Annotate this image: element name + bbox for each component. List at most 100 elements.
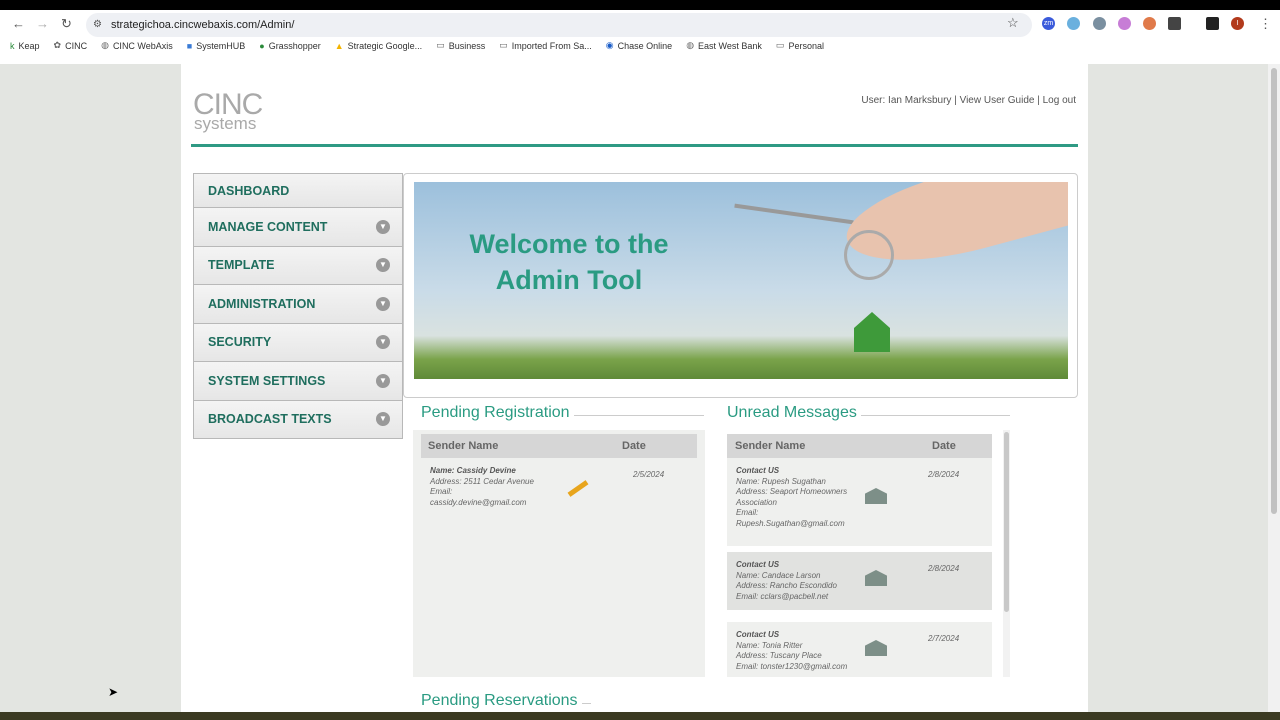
extension-icon[interactable] xyxy=(1093,17,1106,30)
sidebar-menu: DASHBOARD MANAGE CONTENT ▼ TEMPLATE ▼ ADMI… xyxy=(193,173,403,439)
banner-line: Welcome to the xyxy=(469,229,669,259)
sender-name: Name: Rupesh Sugathan xyxy=(736,476,826,486)
extension-icon[interactable] xyxy=(1143,17,1156,30)
content-column: CINC systems User: Ian Marksbury | View … xyxy=(181,64,1088,712)
reload-icon[interactable]: ↻ xyxy=(61,16,72,32)
section-title: Pending Registration xyxy=(421,404,704,422)
envelope-open-icon[interactable] xyxy=(865,640,887,656)
table-row[interactable]: Contact US Name: Candace Larson Address:… xyxy=(727,552,992,610)
menu-label: DASHBOARD xyxy=(208,183,290,198)
bookmark[interactable]: ● Grasshopper xyxy=(259,40,320,51)
bookmark-star-icon[interactable]: ☆ xyxy=(1007,15,1019,31)
table-row[interactable]: Name: Cassidy Devine Address: 2511 Cedar… xyxy=(421,458,697,516)
registrant-address: Address: 2511 Cedar Avenue xyxy=(430,476,534,486)
extension-icon[interactable] xyxy=(1067,17,1080,30)
chevron-down-icon: ▼ xyxy=(376,412,390,427)
menu-administration[interactable]: ADMINISTRATION ▼ xyxy=(193,285,403,324)
edit-pencil-icon[interactable] xyxy=(567,480,589,497)
sender-email: Email: Rupesh.Sugathan@gmail.com xyxy=(736,508,845,528)
back-icon[interactable]: ← xyxy=(12,16,25,31)
separator: | xyxy=(954,95,957,106)
messages-scrollbar[interactable] xyxy=(1003,430,1010,677)
bookmark[interactable]: ◍ East West Bank xyxy=(686,40,762,51)
view-user-guide-link[interactable]: View User Guide xyxy=(960,95,1035,106)
user-links: User: Ian Marksbury | View User Guide | … xyxy=(861,95,1076,106)
table-row[interactable]: Contact US Name: Rupesh Sugathan Address… xyxy=(727,458,992,546)
zoom-extension-icon[interactable]: zm xyxy=(1042,17,1055,30)
logout-link[interactable]: Log out xyxy=(1043,95,1076,106)
extension-icon[interactable] xyxy=(1118,17,1131,30)
menu-dots-icon[interactable]: ⋮ xyxy=(1259,16,1272,32)
extensions-puzzle-icon[interactable] xyxy=(1168,17,1181,30)
row-date: 2/8/2024 xyxy=(928,470,960,479)
unread-messages-section: Unread Messages xyxy=(727,404,1010,422)
address-bar[interactable]: ⚙ strategichoa.cincwebaxis.com/Admin/ xyxy=(86,13,1032,37)
table-header: Sender Name Date xyxy=(421,434,697,458)
bookmark[interactable]: ▲ Strategic Google... xyxy=(335,40,422,51)
sender-name: Name: Candace Larson xyxy=(736,570,821,580)
menu-broadcast-texts[interactable]: BROADCAST TEXTS ▼ xyxy=(193,400,403,439)
registrant-name: Name: Cassidy Devine xyxy=(430,466,516,475)
envelope-open-icon[interactable] xyxy=(865,570,887,586)
key-ring-icon xyxy=(844,230,894,280)
bookmark[interactable]: ■ SystemHUB xyxy=(187,40,245,51)
row-date: 2/7/2024 xyxy=(928,634,960,643)
pending-registration-section: Pending Registration xyxy=(421,404,704,422)
pending-reservations-section: Pending Reservations xyxy=(421,692,591,710)
bookmark-folder[interactable]: ▭ Business xyxy=(436,40,485,51)
chevron-down-icon: ▼ xyxy=(376,219,390,234)
menu-label: TEMPLATE xyxy=(208,258,275,273)
header-divider xyxy=(191,144,1078,147)
desktop-strip xyxy=(0,712,1280,720)
forward-icon[interactable]: → xyxy=(36,16,49,31)
envelope-open-icon[interactable] xyxy=(865,488,887,504)
message-type: Contact US xyxy=(736,466,780,475)
message-type: Contact US xyxy=(736,630,780,639)
sender-email: Email: tonster1230@gmail.com xyxy=(736,661,848,671)
section-title: Pending Reservations xyxy=(421,692,591,710)
table-row[interactable]: Contact US Name: Tonia Ritter Address: T… xyxy=(727,622,992,677)
row-date: 2/8/2024 xyxy=(928,564,960,573)
row-date: 2/5/2024 xyxy=(633,470,665,479)
page-scrollbar[interactable] xyxy=(1268,64,1280,712)
side-panel-icon[interactable] xyxy=(1206,17,1219,30)
bookmark[interactable]: ✿ CINC xyxy=(54,40,88,51)
menu-label: ADMINISTRATION xyxy=(208,296,316,311)
mouse-cursor: ➤ xyxy=(108,685,119,699)
sender-address: Address: Tuscany Place xyxy=(736,651,822,660)
profile-avatar[interactable]: I xyxy=(1231,17,1244,30)
user-name: User: Ian Marksbury xyxy=(861,95,952,106)
pending-registration-table: Sender Name Date Name: Cassidy Devine Add… xyxy=(413,430,705,677)
chevron-down-icon: ▼ xyxy=(376,373,390,388)
welcome-banner: Welcome to the Admin Tool xyxy=(403,173,1078,398)
banner-image: Welcome to the Admin Tool xyxy=(414,182,1068,379)
house-keychain-icon xyxy=(854,312,890,352)
menu-template[interactable]: TEMPLATE ▼ xyxy=(193,246,403,285)
col-sender: Sender Name xyxy=(735,440,806,452)
browser-toolbar: ← → ↻ ⚙ strategichoa.cincwebaxis.com/Admi… xyxy=(0,10,1280,64)
bookmark[interactable]: k Keap xyxy=(10,40,40,51)
menu-label: SYSTEM SETTINGS xyxy=(208,373,326,388)
col-date: Date xyxy=(932,440,956,452)
menu-security[interactable]: SECURITY ▼ xyxy=(193,323,403,362)
menu-dashboard[interactable]: DASHBOARD xyxy=(193,173,403,208)
site-settings-icon[interactable]: ⚙ xyxy=(93,13,102,37)
col-date: Date xyxy=(622,440,646,452)
logo-subtitle: systems xyxy=(194,114,257,133)
email-label: Email: xyxy=(430,487,453,496)
bookmark-folder[interactable]: ▭ Imported From Sa... xyxy=(499,40,592,51)
banner-line: Admin Tool xyxy=(495,265,643,295)
col-sender: Sender Name xyxy=(428,440,499,452)
bookmark[interactable]: ◍ CINC WebAxis xyxy=(101,40,173,51)
chevron-down-icon: ▼ xyxy=(376,296,390,311)
sender-email: Email: cclars@pacbell.net xyxy=(736,591,829,601)
bookmarks-bar: k Keap ✿ CINC ◍ CINC WebAxis ■ SystemHUB ● Gr… xyxy=(10,40,824,51)
bookmark[interactable]: ◉ Chase Online xyxy=(606,40,672,51)
unread-messages-table: Sender Name Date Contact US Name: Rupesh … xyxy=(727,430,1010,677)
bookmark-folder[interactable]: ▭ Personal xyxy=(776,40,824,51)
menu-label: BROADCAST TEXTS xyxy=(208,412,332,427)
sender-address: Address: Seaport Homeowners Association xyxy=(736,487,848,507)
menu-system-settings[interactable]: SYSTEM SETTINGS ▼ xyxy=(193,362,403,401)
message-type: Contact US xyxy=(736,560,780,569)
menu-manage-content[interactable]: MANAGE CONTENT ▼ xyxy=(193,208,403,247)
